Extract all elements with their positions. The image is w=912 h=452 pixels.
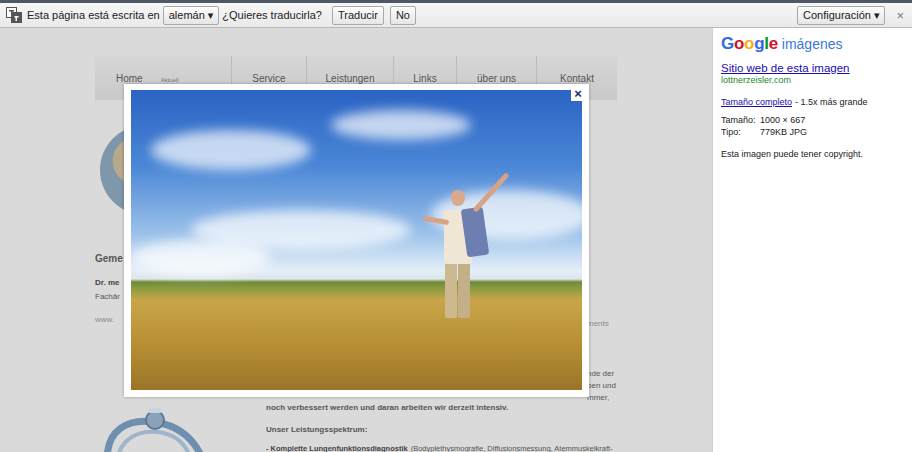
close-preview-button[interactable]: × — [571, 87, 585, 101]
bottom-section: noch verbessert werden und daran arbeite… — [95, 400, 617, 452]
info-label: Tamaño: — [721, 115, 760, 125]
image-info: Tamaño:1000 × 667Tipo:779KB JPG — [721, 115, 904, 137]
service-item: - Komplette Lungenfunktionsdiagnostik(Bo… — [266, 443, 613, 452]
person-figure — [445, 262, 457, 318]
full-size-link[interactable]: Tamaño completo — [721, 97, 792, 107]
main-area: Home Aktuell Service Leistungen Links über un… — [0, 28, 912, 452]
nav-label: Service — [252, 73, 285, 84]
service-name: - Komplette Lungenfunktionsdiagnostik — [266, 444, 408, 452]
cloud — [131, 240, 271, 275]
body-text: noch verbessert werden und daran arbeite… — [266, 400, 613, 452]
google-images-logo: Googleimágenes — [721, 34, 904, 54]
translate-question: ¿Quieres traducirla? — [222, 9, 322, 21]
google-logo: Google — [721, 34, 778, 54]
translate-icon — [6, 7, 22, 23]
domain: lottnerzeisler.com — [721, 75, 904, 85]
website-text: www. — [95, 315, 124, 324]
doctor-name: Dr. me — [95, 278, 124, 287]
right-column: mentsnde derben undmmer, — [587, 100, 617, 400]
close-bar-button[interactable]: × — [894, 8, 906, 23]
cloud — [331, 110, 471, 140]
heading: Geme — [95, 253, 124, 264]
photo — [131, 90, 582, 390]
nav-label: Leistungen — [326, 73, 375, 84]
text-line: mmer, — [587, 392, 617, 404]
image-preview: × — [124, 84, 589, 397]
size-ratio: - 1.5x más grande — [795, 97, 868, 107]
settings-label: Configuración — [803, 9, 871, 21]
language-dropdown[interactable]: alemán▾ — [163, 6, 220, 25]
web-page: Home Aktuell Service Leistungen Links über un… — [0, 28, 712, 452]
translate-button[interactable]: Traducir — [332, 6, 384, 25]
image-info-panel: Googleimágenes Sitio web de esta imagenlo… — [712, 28, 912, 452]
info-value: 1000 × 667 — [760, 115, 904, 125]
info-label: Tipo: — [721, 127, 760, 137]
person-figure — [451, 190, 465, 206]
language-label: alemán — [169, 9, 205, 21]
no-button[interactable]: No — [390, 6, 416, 25]
translate-message: Esta página está escrita en — [27, 9, 160, 21]
left-column: Geme Dr. me Fachär www. — [95, 100, 124, 400]
settings-dropdown[interactable]: Configuración▾ — [797, 6, 885, 25]
nav-label: Links — [413, 73, 436, 84]
subheading: Unser Leistungsspektrum: — [266, 424, 613, 436]
info-value: 779KB JPG — [760, 127, 904, 137]
nav-sub-label: Aktuell — [161, 77, 179, 83]
dropdown-arrow-icon: ▾ — [208, 9, 214, 22]
doctor-title: Fachär — [95, 292, 124, 301]
text-line: ben und — [587, 380, 617, 392]
translate-bar: Esta página está escrita enalemán▾¿Quier… — [0, 0, 912, 28]
copyright-notice: Esta imagen puede tener copyright. — [721, 149, 904, 159]
nav-label: über uns — [477, 73, 516, 84]
site-link[interactable]: Sitio web de esta imagen — [721, 62, 904, 74]
service-details: (Bodyplethysmografie, Diffusionsmessung,… — [411, 444, 613, 452]
website-text-end: ments — [587, 318, 617, 330]
settings-arrow-icon: ▾ — [874, 9, 880, 22]
nav-label: Kontakt — [560, 73, 594, 84]
person-figure — [458, 262, 470, 318]
nav-label: Home — [116, 73, 143, 84]
cloud — [151, 130, 311, 170]
stethoscope-icon — [97, 400, 213, 452]
text-line: nde der — [587, 368, 617, 380]
body-line: noch verbessert werden und daran arbeite… — [266, 402, 613, 414]
product-name: imágenes — [782, 36, 843, 52]
full-size-row: Tamaño completo- 1.5x más grande — [721, 97, 904, 107]
